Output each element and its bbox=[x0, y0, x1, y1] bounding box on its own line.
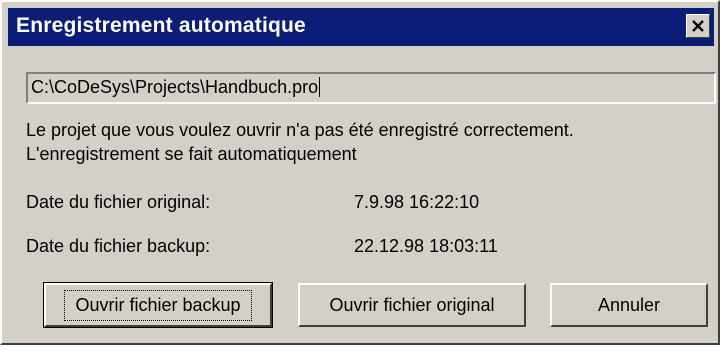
original-date-label: Date du fichier original: bbox=[26, 192, 211, 212]
project-path-field[interactable]: C:\CoDeSys\Projects\Handbuch.pro bbox=[26, 72, 716, 104]
backup-date-label: Date du fichier backup: bbox=[26, 236, 211, 256]
text-caret bbox=[319, 77, 321, 97]
title-bar[interactable]: Enregistrement automatique bbox=[8, 8, 714, 46]
cancel-label: Annuler bbox=[597, 294, 661, 315]
message-line-1: Le projet que vous voulez ouvrir n'a pas… bbox=[26, 120, 574, 140]
cancel-button[interactable]: Annuler bbox=[550, 283, 708, 327]
window-title: Enregistrement automatique bbox=[16, 14, 306, 37]
close-icon bbox=[692, 20, 704, 32]
open-backup-button[interactable]: Ouvrir fichier backup bbox=[43, 282, 273, 328]
project-path-text: C:\CoDeSys\Projects\Handbuch.pro bbox=[31, 77, 319, 97]
close-button[interactable] bbox=[686, 14, 710, 38]
original-date-value: 7.9.98 16:22:10 bbox=[354, 192, 480, 212]
backup-date-value: 22.12.98 18:03:11 bbox=[354, 236, 498, 256]
open-backup-label: Ouvrir fichier backup bbox=[64, 289, 252, 321]
open-original-label: Ouvrir fichier original bbox=[329, 294, 495, 315]
open-original-button[interactable]: Ouvrir fichier original bbox=[298, 283, 526, 327]
message-line-2: L'enregistrement se fait automatiquement bbox=[26, 144, 357, 164]
autosave-dialog: Enregistrement automatique C:\CoDeSys\Pr… bbox=[0, 0, 720, 345]
